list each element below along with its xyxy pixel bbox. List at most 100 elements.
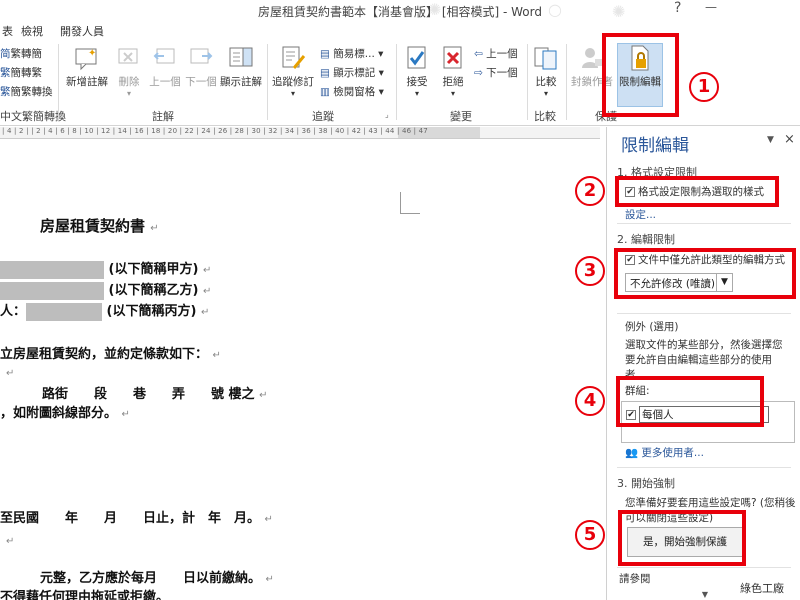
- document-line: (以下簡稱甲方) ↵: [0, 258, 211, 279]
- dropdown-arrow-icon: ▾: [378, 48, 384, 60]
- annotation-number-5: 5: [575, 520, 605, 550]
- ribbon-separator: [58, 44, 59, 120]
- annotation-number-2: 2: [575, 176, 605, 206]
- ribbon-separator: [527, 44, 528, 120]
- previous-icon: ⇦: [474, 48, 487, 60]
- dialog-launcher-icon[interactable]: ⌟: [385, 110, 389, 119]
- enforcement-question: 您準備好要套用這些設定嗎? (您稍後: [625, 497, 796, 509]
- document-line: 不得藉任何理由拖延或拒繳。: [0, 590, 170, 600]
- watermark-text: 綠色工廠: [740, 582, 784, 595]
- dropdown-arrow-icon: ▾: [126, 89, 131, 98]
- ribbon-separator: [566, 44, 567, 120]
- help-button[interactable]: ?: [674, 0, 681, 16]
- previous-comment-button[interactable]: 上一個: [148, 44, 182, 108]
- reject-icon: [440, 44, 466, 72]
- previous-change-button[interactable]: ⇦ 上一個: [474, 46, 518, 61]
- exceptions-description: 要允許自由編輯這些部分的使用: [625, 354, 772, 366]
- formatting-settings-link[interactable]: 設定...: [625, 207, 656, 222]
- show-comments-icon: [228, 44, 254, 72]
- ribbon-tabs: 表 檢視 開發人員: [0, 20, 800, 40]
- dropdown-arrow-icon: ▾: [414, 89, 419, 98]
- previous-comment-icon: [152, 44, 178, 72]
- group-label-compare: 比較: [534, 110, 556, 123]
- document-line: 元整，乙方應於每月 日以前繳納。 ↵: [40, 571, 274, 586]
- convert-icon: 繁: [0, 86, 11, 98]
- group-label-changes: 變更: [450, 110, 472, 123]
- reviewing-pane-icon: ▥: [320, 86, 334, 98]
- scroll-down-icon[interactable]: ▼: [691, 590, 719, 600]
- pane-divider: [617, 567, 791, 568]
- exceptions-title: 例外 (選用): [625, 321, 679, 333]
- delete-comment-icon: [116, 44, 142, 72]
- dropdown-arrow-icon: ▾: [378, 86, 384, 98]
- accept-icon: [404, 44, 430, 72]
- track-changes-button[interactable]: 追蹤修訂 ▾: [270, 44, 316, 108]
- simple-markup-dropdown[interactable]: ▤ 簡易標... ▾: [320, 46, 383, 61]
- convert-icon: 繁: [0, 67, 11, 79]
- reject-change-button[interactable]: 拒絕 ▾: [435, 44, 471, 108]
- ribbon-separator: [396, 44, 397, 120]
- document-line: ↵: [6, 368, 15, 379]
- group-label-chinese-convert: 中文繁簡轉換: [0, 110, 66, 123]
- svg-text:✦: ✦: [88, 48, 96, 59]
- simp-to-trad-button[interactable]: 繁簡轉繁: [0, 65, 42, 80]
- users-icon: 👥: [625, 447, 642, 459]
- see-also-label: 請參閱: [619, 573, 651, 585]
- new-comment-button[interactable]: ✦ 新增註解: [62, 44, 112, 108]
- new-comment-icon: ✦: [74, 44, 100, 72]
- horizontal-ruler[interactable]: | 4 | 2 | | 2 | 4 | 6 | 8 | 10 | 12 | 14…: [0, 127, 600, 139]
- document-line: 路街 段 巷 弄 號 樓之 ↵: [42, 387, 268, 402]
- document-heading: 房屋租賃契約書 ↵: [40, 217, 159, 235]
- section-title-enforcement: 3. 開始強制: [617, 477, 675, 490]
- delete-comment-button[interactable]: 刪除 ▾: [114, 44, 144, 108]
- document-page[interactable]: 房屋租賃契約書 ↵ (以下簡稱甲方) ↵ (以下簡稱乙方) ↵ 人： (以下簡稱…: [0, 140, 605, 600]
- pane-options-icon[interactable]: ▼: [767, 135, 774, 145]
- ruler-ticks: | 4 | 2 | | 2 | 4 | 6 | 8 | 10 | 12 | 14…: [2, 127, 428, 135]
- chinese-convert-button[interactable]: 繁簡繁轉換: [0, 84, 53, 99]
- dropdown-arrow-icon: ▾: [543, 89, 548, 98]
- markup-icon: ▤: [320, 67, 334, 79]
- margin-corner-mark: [400, 192, 420, 214]
- redacted-field: [0, 281, 104, 300]
- annotation-box-4: [616, 376, 764, 427]
- pane-divider: [617, 467, 791, 468]
- show-markup-dropdown[interactable]: ▤ 顯示標記 ▾: [320, 65, 384, 80]
- annotation-number-3: 3: [575, 256, 605, 286]
- pane-divider: [617, 223, 791, 224]
- accept-change-button[interactable]: 接受 ▾: [399, 44, 435, 108]
- track-changes-icon: [280, 44, 306, 72]
- pane-divider: [617, 313, 791, 314]
- annotation-box-1: [602, 33, 679, 117]
- next-comment-button[interactable]: 下一個: [184, 44, 218, 108]
- next-change-button[interactable]: ⇨ 下一個: [474, 65, 518, 80]
- annotation-number-1: 1: [689, 72, 719, 102]
- dropdown-arrow-icon: ▾: [378, 67, 384, 79]
- ribbon-separator: [267, 44, 268, 120]
- tab-table[interactable]: 表: [2, 23, 13, 39]
- convert-icon: 简: [0, 48, 11, 60]
- tab-developer[interactable]: 開發人員: [60, 23, 104, 39]
- document-line: 立房屋租賃契約，並約定條款如下： ↵: [0, 347, 221, 362]
- tab-view[interactable]: 檢視: [21, 23, 43, 39]
- show-comments-button[interactable]: 顯示註解: [218, 44, 264, 108]
- annotation-box-5: [618, 510, 746, 566]
- ribbon: 简繁轉簡 繁簡轉繁 繁簡繁轉換 中文繁簡轉換 ✦ 新增註解 刪除 ▾ 上一個 下…: [0, 40, 800, 126]
- reviewing-pane-dropdown[interactable]: ▥ 檢閱窗格 ▾: [320, 84, 384, 99]
- compare-button[interactable]: 比較 ▾: [530, 44, 562, 108]
- more-users-link[interactable]: 👥 更多使用者...: [625, 445, 704, 460]
- pane-title: 限制編輯: [621, 136, 689, 156]
- section-title-editing: 2. 編輯限制: [617, 233, 675, 246]
- dropdown-arrow-icon: ▾: [290, 89, 295, 98]
- annotation-box-2: [615, 176, 779, 207]
- dropdown-arrow-icon: ▾: [450, 89, 455, 98]
- trad-to-simp-button[interactable]: 简繁轉簡: [0, 46, 42, 61]
- document-line: ，如附圖斜線部分。 ↵: [0, 406, 130, 421]
- markup-icon: ▤: [320, 48, 334, 60]
- redacted-field: [26, 302, 103, 321]
- minimize-button[interactable]: —: [700, 0, 722, 18]
- document-line: (以下簡稱乙方) ↵: [0, 279, 211, 300]
- close-pane-button[interactable]: ×: [784, 132, 795, 147]
- document-line: ↵: [6, 536, 15, 547]
- title-bar: ✺ ☠ ○ ✺ 房屋租賃契約書範本【消基會版】 [相容模式] - Word ? …: [0, 0, 800, 36]
- exceptions-description: 選取文件的某些部分，然後選擇您: [625, 339, 783, 351]
